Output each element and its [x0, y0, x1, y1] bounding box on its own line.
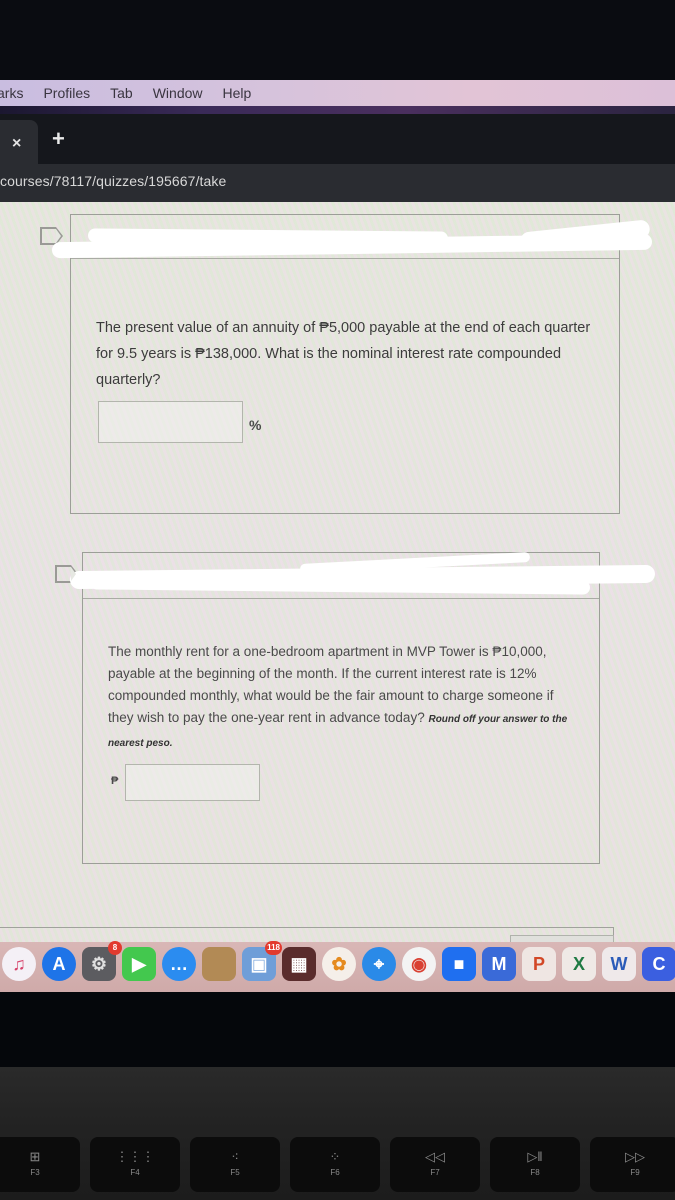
menu-window[interactable]: Window: [153, 85, 203, 101]
browser-tab-strip: × +: [0, 114, 675, 164]
question-card: The monthly rent for a one-bedroom apart…: [82, 552, 600, 864]
system-preferences-icon[interactable]: ⚙ 8: [82, 941, 122, 981]
menu-tab[interactable]: Tab: [110, 85, 133, 101]
notification-badge: 8: [108, 941, 122, 955]
flag-question-icon[interactable]: [40, 227, 63, 245]
f8-glyph-icon: ▷‖: [527, 1149, 543, 1164]
macos-dock: ♫ A ⚙ 8 ▶… ▣ 118 ▦ ✿ ⌖ ◉ ■ M P X W C: [0, 941, 675, 992]
key-f4[interactable]: ⋮⋮⋮ F4: [90, 1137, 180, 1192]
powerpoint-icon[interactable]: P: [522, 947, 556, 981]
key-label: F7: [430, 1168, 440, 1177]
f3-glyph-icon: ⊞: [29, 1149, 41, 1164]
moodle-icon[interactable]: M: [482, 947, 516, 981]
menu-bookmarks[interactable]: arks: [0, 85, 23, 101]
browser-tab[interactable]: ×: [0, 120, 38, 164]
key-f8[interactable]: ▷‖ F8: [490, 1137, 580, 1192]
question-card: The present value of an annuity of ₱5,00…: [70, 214, 620, 514]
zoom-icon[interactable]: ■: [442, 947, 476, 981]
key-label: F3: [30, 1168, 40, 1177]
key-label: F9: [630, 1168, 640, 1177]
peso-unit-label: ₱: [111, 775, 119, 787]
keyboard: ⊞ F3 ⋮⋮⋮ F4 ⁖ F5 ⁘ F6 ◁◁ F7 ▷‖ F8 ▷▷ F9: [0, 1067, 675, 1200]
key-label: F4: [130, 1168, 140, 1177]
question-text: The present value of an annuity of ₱5,00…: [96, 320, 591, 388]
f7-glyph-icon: ◁◁: [425, 1149, 445, 1164]
app-store-icon[interactable]: A: [42, 947, 76, 981]
key-label: F5: [230, 1168, 240, 1177]
answer-input[interactable]: [98, 401, 243, 443]
menu-bar-divider: [0, 106, 675, 114]
key-label: F8: [530, 1168, 540, 1177]
answer-input[interactable]: [125, 764, 260, 801]
messages-icon[interactable]: …: [162, 947, 196, 981]
facetime-icon[interactable]: ▶: [122, 947, 156, 981]
question-text: The monthly rent for a one-bedroom apart…: [108, 644, 568, 749]
key-f5[interactable]: ⁖ F5: [190, 1137, 280, 1192]
new-tab-icon[interactable]: +: [52, 126, 65, 152]
photos-icon[interactable]: ✿: [322, 947, 356, 981]
safari-icon[interactable]: ⌖: [362, 947, 396, 981]
chrome-icon[interactable]: ◉: [402, 947, 436, 981]
screen-bezel-bottom: [0, 992, 675, 1067]
f4-glyph-icon: ⋮⋮⋮: [115, 1149, 155, 1164]
menu-help[interactable]: Help: [223, 85, 252, 101]
quiz-page: The present value of an annuity of ₱5,00…: [0, 202, 675, 949]
excel-icon[interactable]: X: [562, 947, 596, 981]
menu-profiles[interactable]: Profiles: [43, 85, 90, 101]
music-icon[interactable]: ♫: [2, 947, 36, 981]
preview-icon[interactable]: ▣ 118: [242, 941, 282, 981]
photo-booth-icon[interactable]: ▦: [282, 947, 316, 981]
key-label: F6: [330, 1168, 340, 1177]
screen-bezel-top: [0, 0, 675, 80]
f9-glyph-icon: ▷▷: [625, 1149, 645, 1164]
notification-badge: 118: [265, 941, 282, 955]
key-f3[interactable]: ⊞ F3: [0, 1137, 80, 1192]
word-icon[interactable]: W: [602, 947, 636, 981]
key-f9[interactable]: ▷▷ F9: [590, 1137, 675, 1192]
percent-unit-label: %: [249, 417, 262, 433]
notes-folder-icon[interactable]: [202, 947, 236, 981]
f5-glyph-icon: ⁖: [231, 1149, 239, 1164]
flag-question-icon[interactable]: [55, 565, 78, 583]
key-f7[interactable]: ◁◁ F7: [390, 1137, 480, 1192]
address-bar[interactable]: courses/78117/quizzes/195667/take: [0, 164, 675, 202]
url-text[interactable]: courses/78117/quizzes/195667/take: [0, 173, 226, 189]
key-f6[interactable]: ⁘ F6: [290, 1137, 380, 1192]
canva-icon[interactable]: C: [642, 947, 675, 981]
f6-glyph-icon: ⁘: [329, 1149, 341, 1164]
macos-menu-bar: arks Profiles Tab Window Help: [0, 80, 675, 106]
close-icon[interactable]: ×: [12, 135, 21, 153]
